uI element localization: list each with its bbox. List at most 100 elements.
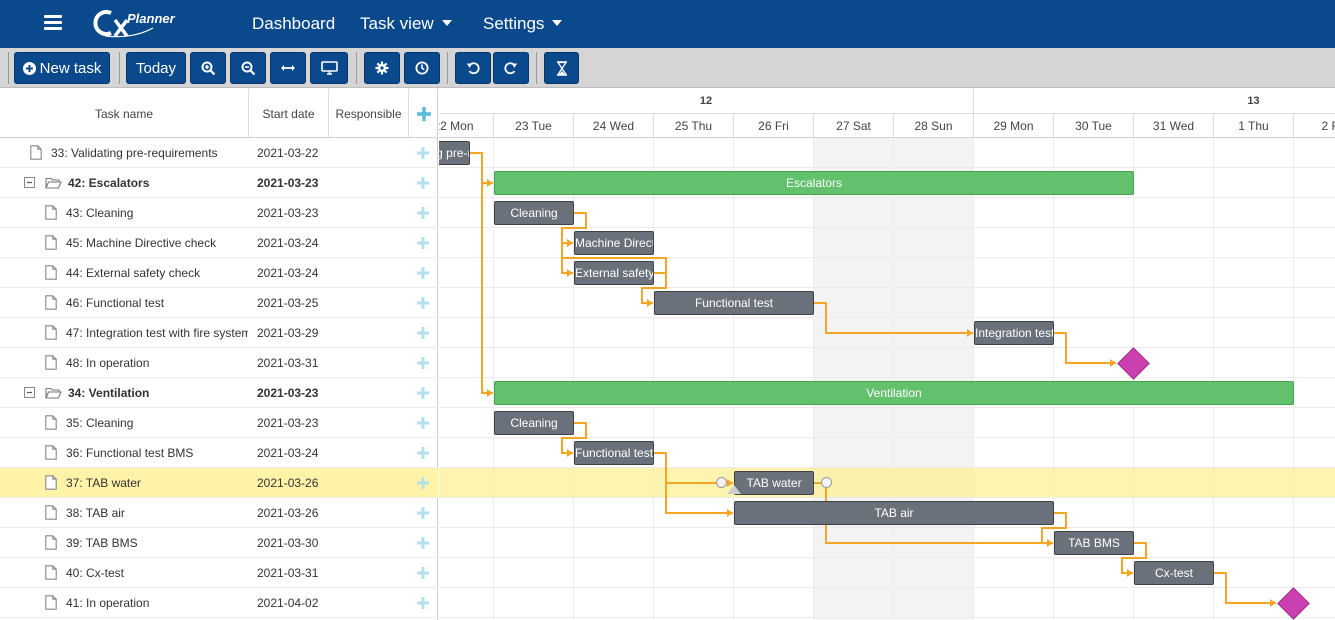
table-row[interactable]: 37: TAB water 2021-03-26 [0, 468, 438, 498]
add-subtask-icon[interactable] [416, 296, 430, 310]
table-row[interactable]: 47: Integration test with fire system 202… [0, 318, 438, 348]
day-header: 27 Sat [814, 114, 894, 138]
history-button[interactable] [404, 52, 440, 84]
add-subtask-icon[interactable] [416, 176, 430, 190]
fit-width-button[interactable] [270, 52, 306, 84]
nav-dashboard[interactable]: Dashboard [252, 14, 335, 34]
task-name-cell[interactable]: 36: Functional test BMS [45, 438, 248, 467]
table-row[interactable]: 41: In operation 2021-04-02 [0, 588, 438, 618]
zoom-out-button[interactable] [230, 52, 266, 84]
table-row[interactable]: 48: In operation 2021-03-31 [0, 348, 438, 378]
task-bar[interactable]: Machine Directive check [574, 231, 654, 255]
table-row[interactable]: 35: Cleaning 2021-03-23 [0, 408, 438, 438]
table-row[interactable]: 43: Cleaning 2021-03-23 [0, 198, 438, 228]
task-name-cell[interactable]: 35: Cleaning [45, 408, 248, 437]
table-row[interactable]: 46: Functional test 2021-03-25 [0, 288, 438, 318]
task-name-cell[interactable]: 48: In operation [45, 348, 248, 377]
task-name-cell[interactable]: 34: Ventilation [24, 378, 248, 407]
new-task-button[interactable]: New task [14, 52, 110, 84]
add-subtask-icon[interactable] [416, 146, 430, 160]
task-bar[interactable]: Cleaning [494, 411, 574, 435]
document-icon [45, 205, 57, 220]
task-bar[interactable]: TAB water [734, 471, 814, 495]
table-row[interactable]: 34: Ventilation 2021-03-23 [0, 378, 438, 408]
settings-button[interactable] [364, 52, 400, 84]
add-subtask-icon[interactable] [416, 446, 430, 460]
task-name-cell[interactable]: 43: Cleaning [45, 198, 248, 227]
add-subtask-icon[interactable] [416, 266, 430, 280]
add-subtask-icon[interactable] [416, 206, 430, 220]
table-row[interactable]: 36: Functional test BMS 2021-03-24 [0, 438, 438, 468]
toolbar-divider [356, 52, 357, 84]
task-name-cell[interactable]: 41: In operation [45, 588, 248, 617]
link-handle-start[interactable] [716, 477, 727, 488]
add-subtask-icon[interactable] [416, 476, 430, 490]
collapse-icon[interactable] [24, 177, 35, 188]
column-header-task-name[interactable]: Task name [0, 89, 249, 138]
add-subtask-icon[interactable] [416, 416, 430, 430]
critical-path-button[interactable] [544, 52, 579, 84]
link-handle-end[interactable] [821, 477, 832, 488]
task-name-label: 45: Machine Directive check [66, 235, 217, 250]
table-row[interactable]: 44: External safety check 2021-03-24 [0, 258, 438, 288]
chart-row [439, 288, 1335, 318]
task-bar[interactable]: Cx-test [1134, 561, 1214, 585]
task-bar[interactable]: External safety check [574, 261, 654, 285]
menu-icon[interactable] [44, 15, 62, 30]
add-subtask-icon[interactable] [416, 536, 430, 550]
add-subtask-icon[interactable] [416, 326, 430, 340]
redo-button[interactable] [493, 52, 529, 84]
task-name-cell[interactable]: 44: External safety check [45, 258, 248, 287]
task-name-cell[interactable]: 45: Machine Directive check [45, 228, 248, 257]
undo-button[interactable] [455, 52, 491, 84]
table-row[interactable]: 40: Cx-test 2021-03-31 [0, 558, 438, 588]
task-name-cell[interactable]: 33: Validating pre-requirements [30, 138, 248, 167]
collapse-icon[interactable] [24, 387, 35, 398]
table-row[interactable]: 45: Machine Directive check 2021-03-24 [0, 228, 438, 258]
zoom-in-button[interactable] [190, 52, 226, 84]
task-name-cell[interactable]: 47: Integration test with fire system [45, 318, 248, 347]
column-header-start-date[interactable]: Start date [249, 89, 329, 138]
add-subtask-icon[interactable] [416, 386, 430, 400]
task-bar[interactable]: TAB BMS [1054, 531, 1134, 555]
task-bar[interactable]: Cleaning [494, 201, 574, 225]
table-row[interactable]: 33: Validating pre-requirements 2021-03-2… [0, 138, 438, 168]
task-bar[interactable]: TAB air [734, 501, 1054, 525]
day-header: 26 Fri [734, 114, 814, 138]
table-row[interactable]: 42: Escalators 2021-03-23 [0, 168, 438, 198]
top-navbar: Planner Dashboard Task view Settings [0, 0, 1335, 48]
task-bar[interactable]: Functional test BMS [574, 441, 654, 465]
task-name-cell[interactable]: 46: Functional test [45, 288, 248, 317]
logo[interactable]: Planner [93, 6, 193, 40]
task-bar[interactable]: Validating pre-requirements [439, 141, 470, 165]
day-header: 23 Tue [494, 114, 574, 138]
task-name-cell[interactable]: 39: TAB BMS [45, 528, 248, 557]
add-subtask-icon[interactable] [416, 566, 430, 580]
add-subtask-icon[interactable] [416, 236, 430, 250]
task-name-cell[interactable]: 37: TAB water [45, 468, 248, 497]
column-header-responsible[interactable]: Responsible [329, 89, 409, 138]
start-date-cell: 2021-03-24 [257, 265, 319, 280]
nav-settings[interactable]: Settings [483, 14, 563, 34]
add-subtask-icon[interactable] [416, 356, 430, 370]
task-bar[interactable]: Integration test with fire system [974, 321, 1054, 345]
project-bar[interactable]: Escalators [494, 171, 1134, 195]
new-task-label: New task [39, 59, 102, 77]
today-button[interactable]: Today [126, 52, 186, 84]
nav-task-view[interactable]: Task view [360, 14, 452, 34]
table-row[interactable]: 38: TAB air 2021-03-26 [0, 498, 438, 528]
task-name-cell[interactable]: 40: Cx-test [45, 558, 248, 587]
task-bar[interactable]: Functional test [654, 291, 814, 315]
task-name-label: 42: Escalators [68, 175, 150, 190]
task-name-label: 35: Cleaning [66, 415, 134, 430]
fullscreen-button[interactable] [310, 52, 348, 84]
task-name-cell[interactable]: 38: TAB air [45, 498, 248, 527]
day-header: 30 Tue [1054, 114, 1134, 138]
add-task-header-button[interactable] [409, 89, 438, 138]
progress-drag-handle[interactable] [727, 485, 741, 494]
add-subtask-icon[interactable] [416, 596, 430, 610]
task-name-cell[interactable]: 42: Escalators [24, 168, 248, 197]
project-bar[interactable]: Ventilation [494, 381, 1294, 405]
table-row[interactable]: 39: TAB BMS 2021-03-30 [0, 528, 438, 558]
add-subtask-icon[interactable] [416, 506, 430, 520]
